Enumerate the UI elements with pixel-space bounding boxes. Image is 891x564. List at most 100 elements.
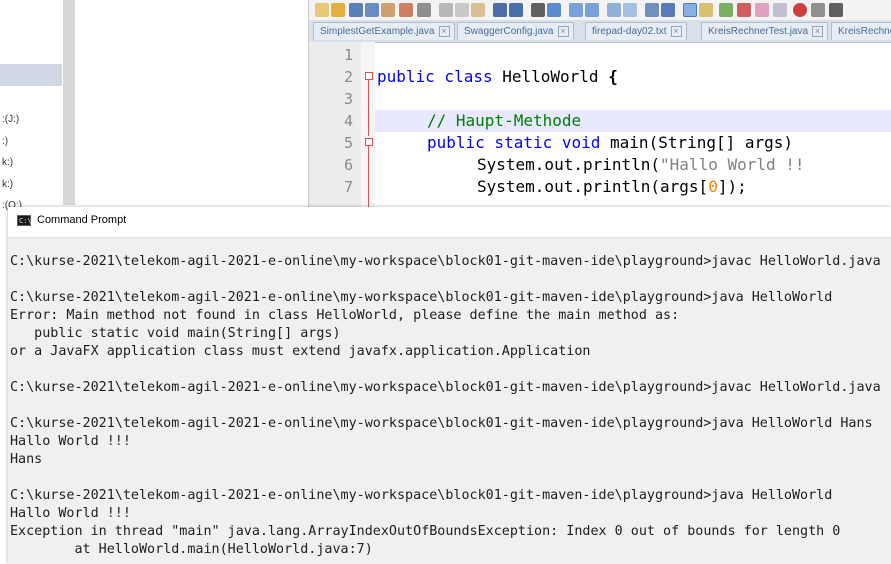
keyword: public class	[377, 67, 503, 86]
line-number: 3	[343, 90, 353, 108]
line-number: 4	[343, 112, 353, 130]
drive-item[interactable]: :(J:)	[2, 114, 19, 125]
folder-workspace-icon[interactable]	[737, 3, 751, 17]
doc-map-icon[interactable]	[699, 3, 713, 17]
statement: System.out.println(args[	[477, 177, 709, 196]
cut-icon[interactable]	[439, 3, 453, 17]
tab-label: firepad-day02.txt	[592, 26, 667, 37]
comment: // Haupt-Methode	[427, 111, 582, 130]
keyword: public static void	[427, 133, 611, 152]
zoom-out-icon[interactable]	[585, 3, 599, 17]
console-line: Hans	[10, 452, 43, 467]
stop-record-icon[interactable]	[811, 3, 825, 17]
console-line: Exception in thread "main" java.lang.Arr…	[10, 524, 841, 539]
tab-label: KreisRechne	[838, 26, 891, 37]
console-line: Hallo World !!!	[10, 434, 131, 449]
brace: {	[608, 67, 618, 86]
drive-item[interactable]: k:)	[2, 157, 13, 168]
close-icon[interactable]: ×	[438, 25, 450, 37]
tab-label: KreisRechnerTest.java	[708, 26, 809, 37]
terminal-icon: C:\	[17, 215, 32, 226]
selected-row-highlight	[0, 64, 62, 86]
window-title-bar[interactable]: C:\ Command Prompt	[8, 207, 891, 238]
close-all-icon[interactable]	[399, 3, 413, 17]
tab-swagger-config[interactable]: SwaggerConfig.java ×	[457, 22, 574, 40]
line-number: 7	[343, 178, 353, 196]
code-line-7: System.out.println(args[0]);	[477, 176, 747, 198]
indent-guide-icon[interactable]	[683, 3, 697, 17]
console-output[interactable]: C:\kurse-2021\telekom-agil-2021-e-online…	[10, 239, 891, 564]
editor-toolbar	[309, 0, 891, 21]
console-line: Hallo World !!!	[10, 506, 131, 521]
fold-toggle-icon[interactable]	[365, 72, 373, 80]
function-list-icon[interactable]	[719, 3, 733, 17]
console-line: C:\kurse-2021\telekom-agil-2021-e-online…	[10, 290, 833, 305]
statement-end: ]);	[717, 177, 747, 196]
word-wrap-icon[interactable]	[623, 3, 637, 17]
tab-firepad-day02[interactable]: firepad-day02.txt ×	[585, 22, 687, 40]
print-icon[interactable]	[417, 3, 431, 17]
line-number: 5	[343, 134, 353, 152]
close-icon[interactable]: ×	[557, 25, 569, 37]
sync-scroll-icon[interactable]	[607, 3, 621, 17]
find-icon[interactable]	[531, 3, 545, 17]
copy-icon[interactable]	[455, 3, 469, 17]
play-macro-icon[interactable]	[829, 3, 843, 17]
line-number: 6	[343, 156, 353, 174]
statement: System.out.println(	[477, 155, 661, 174]
file-tab-bar: SimplestGetExample.java × SwaggerConfig.j…	[309, 20, 891, 43]
new-file-icon[interactable]	[315, 3, 329, 17]
macro-icon[interactable]	[773, 3, 787, 17]
tab-kreis-rechner[interactable]: KreisRechne	[831, 22, 891, 40]
explorer-scrollbar[interactable]	[63, 0, 75, 205]
paste-icon[interactable]	[471, 3, 485, 17]
console-line: at HelloWorld.main(HelloWorld.java:7)	[10, 542, 373, 557]
line-number: 1	[343, 46, 353, 64]
console-line: Error: Main method not found in class He…	[10, 308, 680, 323]
string-literal: "Hallo World !!	[660, 155, 805, 174]
tab-label: SwaggerConfig.java	[464, 26, 554, 37]
code-text-area[interactable]: public class HelloWorld { // Haupt-Metho…	[375, 42, 891, 210]
line-number: 2	[343, 68, 353, 86]
command-prompt-window: C:\ Command Prompt C:\kurse-2021\telekom…	[8, 207, 891, 564]
line-number-gutter: 1 2 3 4 5 6 7	[309, 42, 362, 210]
open-folder-icon[interactable]	[331, 3, 345, 17]
close-icon[interactable]: ×	[670, 25, 682, 37]
class-name: HelloWorld	[502, 67, 609, 86]
code-editor-window: SimplestGetExample.java × SwaggerConfig.j…	[308, 0, 891, 210]
save-icon[interactable]	[349, 3, 363, 17]
fold-toggle-icon[interactable]	[365, 138, 373, 146]
fold-guide	[368, 146, 369, 210]
redo-icon[interactable]	[509, 3, 523, 17]
window-title: Command Prompt	[37, 214, 127, 226]
console-line: public static void main(String[] args)	[10, 326, 341, 341]
replace-icon[interactable]	[547, 3, 561, 17]
close-file-icon[interactable]	[381, 3, 395, 17]
method-signature: main(String[] args)	[610, 133, 794, 152]
save-all-icon[interactable]	[365, 3, 379, 17]
code-line-2: public class HelloWorld {	[377, 66, 618, 88]
code-line-6: System.out.println("Hallo World !!	[477, 154, 805, 176]
tab-label: SimplestGetExample.java	[320, 26, 435, 37]
fold-guide	[368, 80, 369, 136]
console-line: C:\kurse-2021\telekom-agil-2021-e-online…	[10, 488, 833, 503]
zoom-in-icon[interactable]	[569, 3, 583, 17]
console-line: C:\kurse-2021\telekom-agil-2021-e-online…	[10, 380, 881, 395]
record-macro-icon[interactable]	[793, 3, 807, 17]
show-symbol-icon[interactable]	[661, 3, 675, 17]
desktop-background	[76, 0, 308, 210]
console-line: C:\kurse-2021\telekom-agil-2021-e-online…	[10, 416, 873, 431]
code-line-5: public static void main(String[] args)	[427, 132, 793, 154]
undo-icon[interactable]	[493, 3, 507, 17]
all-chars-icon[interactable]	[645, 3, 659, 17]
tab-simplest-get-example[interactable]: SimplestGetExample.java ×	[313, 22, 455, 40]
close-icon[interactable]: ×	[812, 25, 824, 37]
console-line: C:\kurse-2021\telekom-agil-2021-e-online…	[10, 254, 881, 269]
code-line-4: // Haupt-Methode	[427, 110, 581, 132]
number-literal: 0	[708, 177, 718, 196]
tab-kreis-rechner-test[interactable]: KreisRechnerTest.java ×	[701, 22, 829, 40]
console-line: or a JavaFX application class must exten…	[10, 344, 591, 359]
drive-item[interactable]: :)	[2, 136, 8, 147]
drive-item[interactable]: k:)	[2, 179, 13, 190]
monitoring-icon[interactable]	[755, 3, 769, 17]
